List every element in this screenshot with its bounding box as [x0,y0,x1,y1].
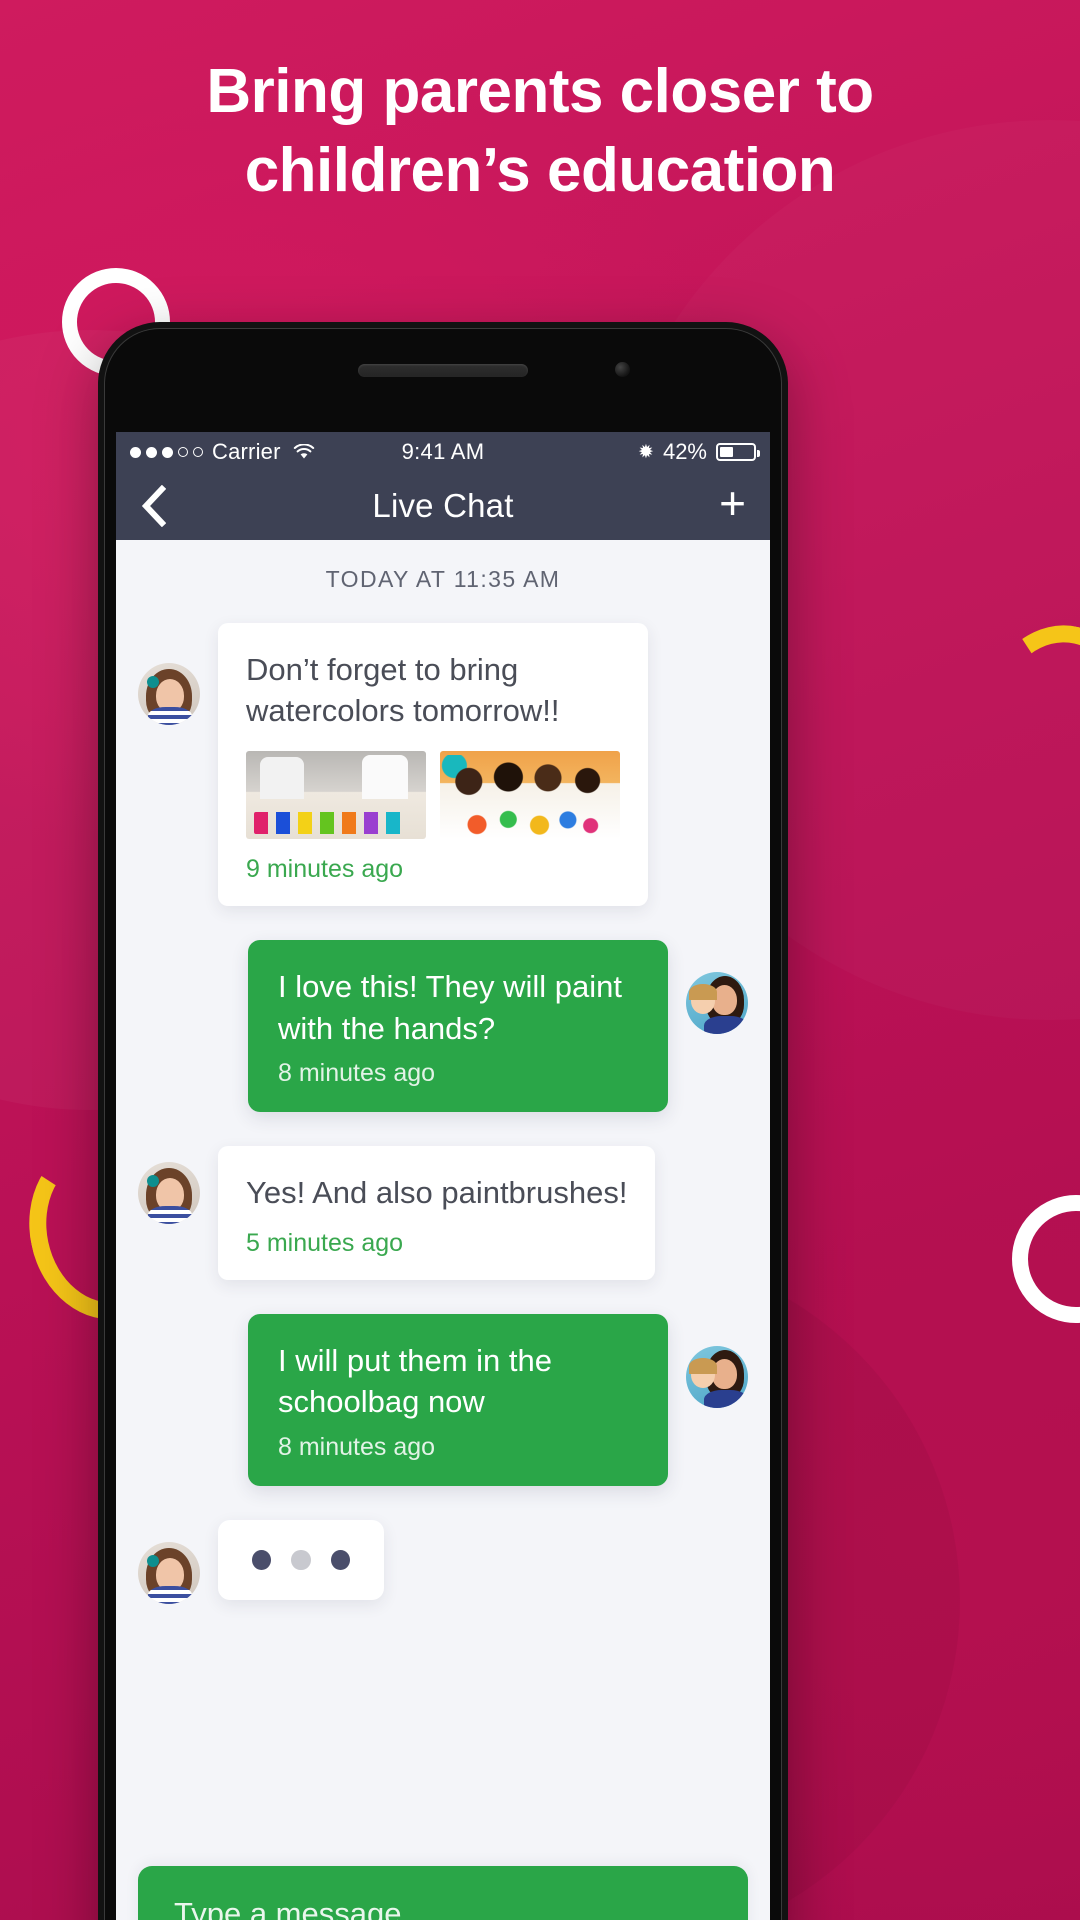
carrier-label: Carrier [212,439,281,464]
attachment-thumbnail[interactable] [440,751,620,840]
message-composer: Type a message... [116,1848,770,1920]
message-attachments[interactable] [246,751,620,840]
status-bar-right: ✹ 42% [638,439,760,465]
typing-indicator [218,1519,384,1600]
chat-thread[interactable]: TODAY AT 11:35 AM Don’t forget to bring … [116,540,770,1920]
attachment-thumbnail[interactable] [246,751,426,840]
chat-bubble-incoming[interactable]: Don’t forget to bring watercolors tomorr… [218,623,648,907]
teacher-avatar [138,1541,200,1604]
message-timestamp: 8 minutes ago [278,1432,436,1461]
chat-bubble-outgoing[interactable]: I love this! They will paint with the ha… [248,940,668,1112]
message-input-placeholder: Type a message... [174,1896,428,1920]
message-text: I will put them in the schoolbag now [278,1343,552,1420]
wifi-icon [293,444,315,460]
headline-line-2: children’s education [244,136,836,206]
status-bar-left: Carrier [130,439,315,465]
phone-mockup: Carrier 9:41 AM ✹ 42% Live Chat + TODAY … [98,322,788,1920]
phone-screen: Carrier 9:41 AM ✹ 42% Live Chat + TODAY … [116,432,770,1920]
headline-line-1: Bring parents closer to [206,57,874,126]
message-text: I love this! They will paint with the ha… [278,969,623,1046]
teacher-avatar [138,1161,200,1224]
message-input[interactable]: Type a message... [138,1866,748,1920]
phone-camera [615,362,630,377]
message-text: Yes! And also paintbrushes! [246,1174,628,1210]
back-button[interactable] [140,484,176,528]
message-timestamp: 8 minutes ago [278,1058,436,1087]
battery-icon [716,443,760,461]
message-timestamp: 9 minutes ago [246,855,404,884]
page-title: Bring parents closer to children’s educa… [0,52,1080,211]
decor-ring-right [1012,1195,1080,1323]
chat-bubble-outgoing[interactable]: I will put them in the schoolbag now 8 m… [248,1314,668,1486]
add-button[interactable]: + [719,480,746,532]
nav-bar: Live Chat + [116,472,770,540]
message-row: I love this! They will paint with the ha… [138,940,748,1112]
nav-title: Live Chat [372,487,514,524]
parent-avatar [686,1346,748,1409]
signal-strength-icon [130,446,203,458]
typing-dot [252,1549,272,1570]
message-text: Don’t forget to bring watercolors tomorr… [246,652,560,729]
teacher-avatar [138,663,200,725]
message-timestamp: 5 minutes ago [246,1229,404,1258]
bluetooth-icon: ✹ [638,441,654,463]
parent-avatar [686,972,748,1035]
message-row: Don’t forget to bring watercolors tomorr… [138,623,748,907]
chevron-left-icon [141,485,166,527]
message-row: I will put them in the schoolbag now 8 m… [138,1314,748,1486]
message-row: Yes! And also paintbrushes! 5 minutes ag… [138,1145,748,1281]
battery-percent-label: 42% [662,439,707,464]
status-bar-clock: 9:41 AM [401,439,485,464]
phone-speaker [358,364,528,377]
typing-dot [330,1549,350,1570]
status-bar: Carrier 9:41 AM ✹ 42% [116,432,770,472]
typing-dot [291,1549,311,1570]
chat-bubble-incoming[interactable]: Yes! And also paintbrushes! 5 minutes ag… [218,1145,656,1281]
typing-row [138,1519,748,1604]
day-separator: TODAY AT 11:35 AM [325,566,561,592]
